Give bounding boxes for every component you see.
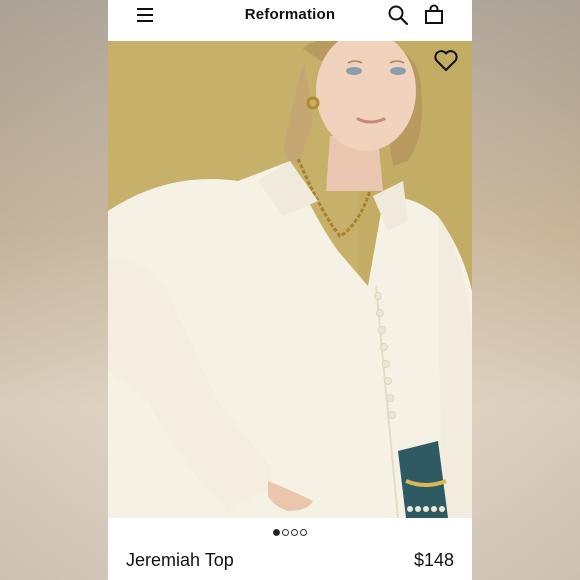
carousel-dot-2[interactable] [282, 529, 289, 537]
product-name: Jeremiah Top [126, 550, 234, 570]
top-navigation-bar: Reformation [108, 0, 472, 40]
product-image[interactable] [108, 41, 472, 518]
brand-logo[interactable]: Reformation [108, 6, 472, 23]
carousel-dot-3[interactable] [291, 529, 298, 537]
search-icon[interactable] [387, 4, 409, 26]
carousel-indicator [108, 524, 472, 537]
carousel-dot-4[interactable] [300, 529, 307, 537]
model-photo [108, 41, 472, 518]
heart-icon[interactable] [433, 49, 459, 73]
shopping-bag-icon[interactable] [423, 4, 445, 26]
product-page: Reformation Jeremiah Top $148 [108, 0, 472, 580]
carousel-dot-1[interactable] [273, 529, 280, 537]
product-price: $148 [413, 550, 454, 570]
